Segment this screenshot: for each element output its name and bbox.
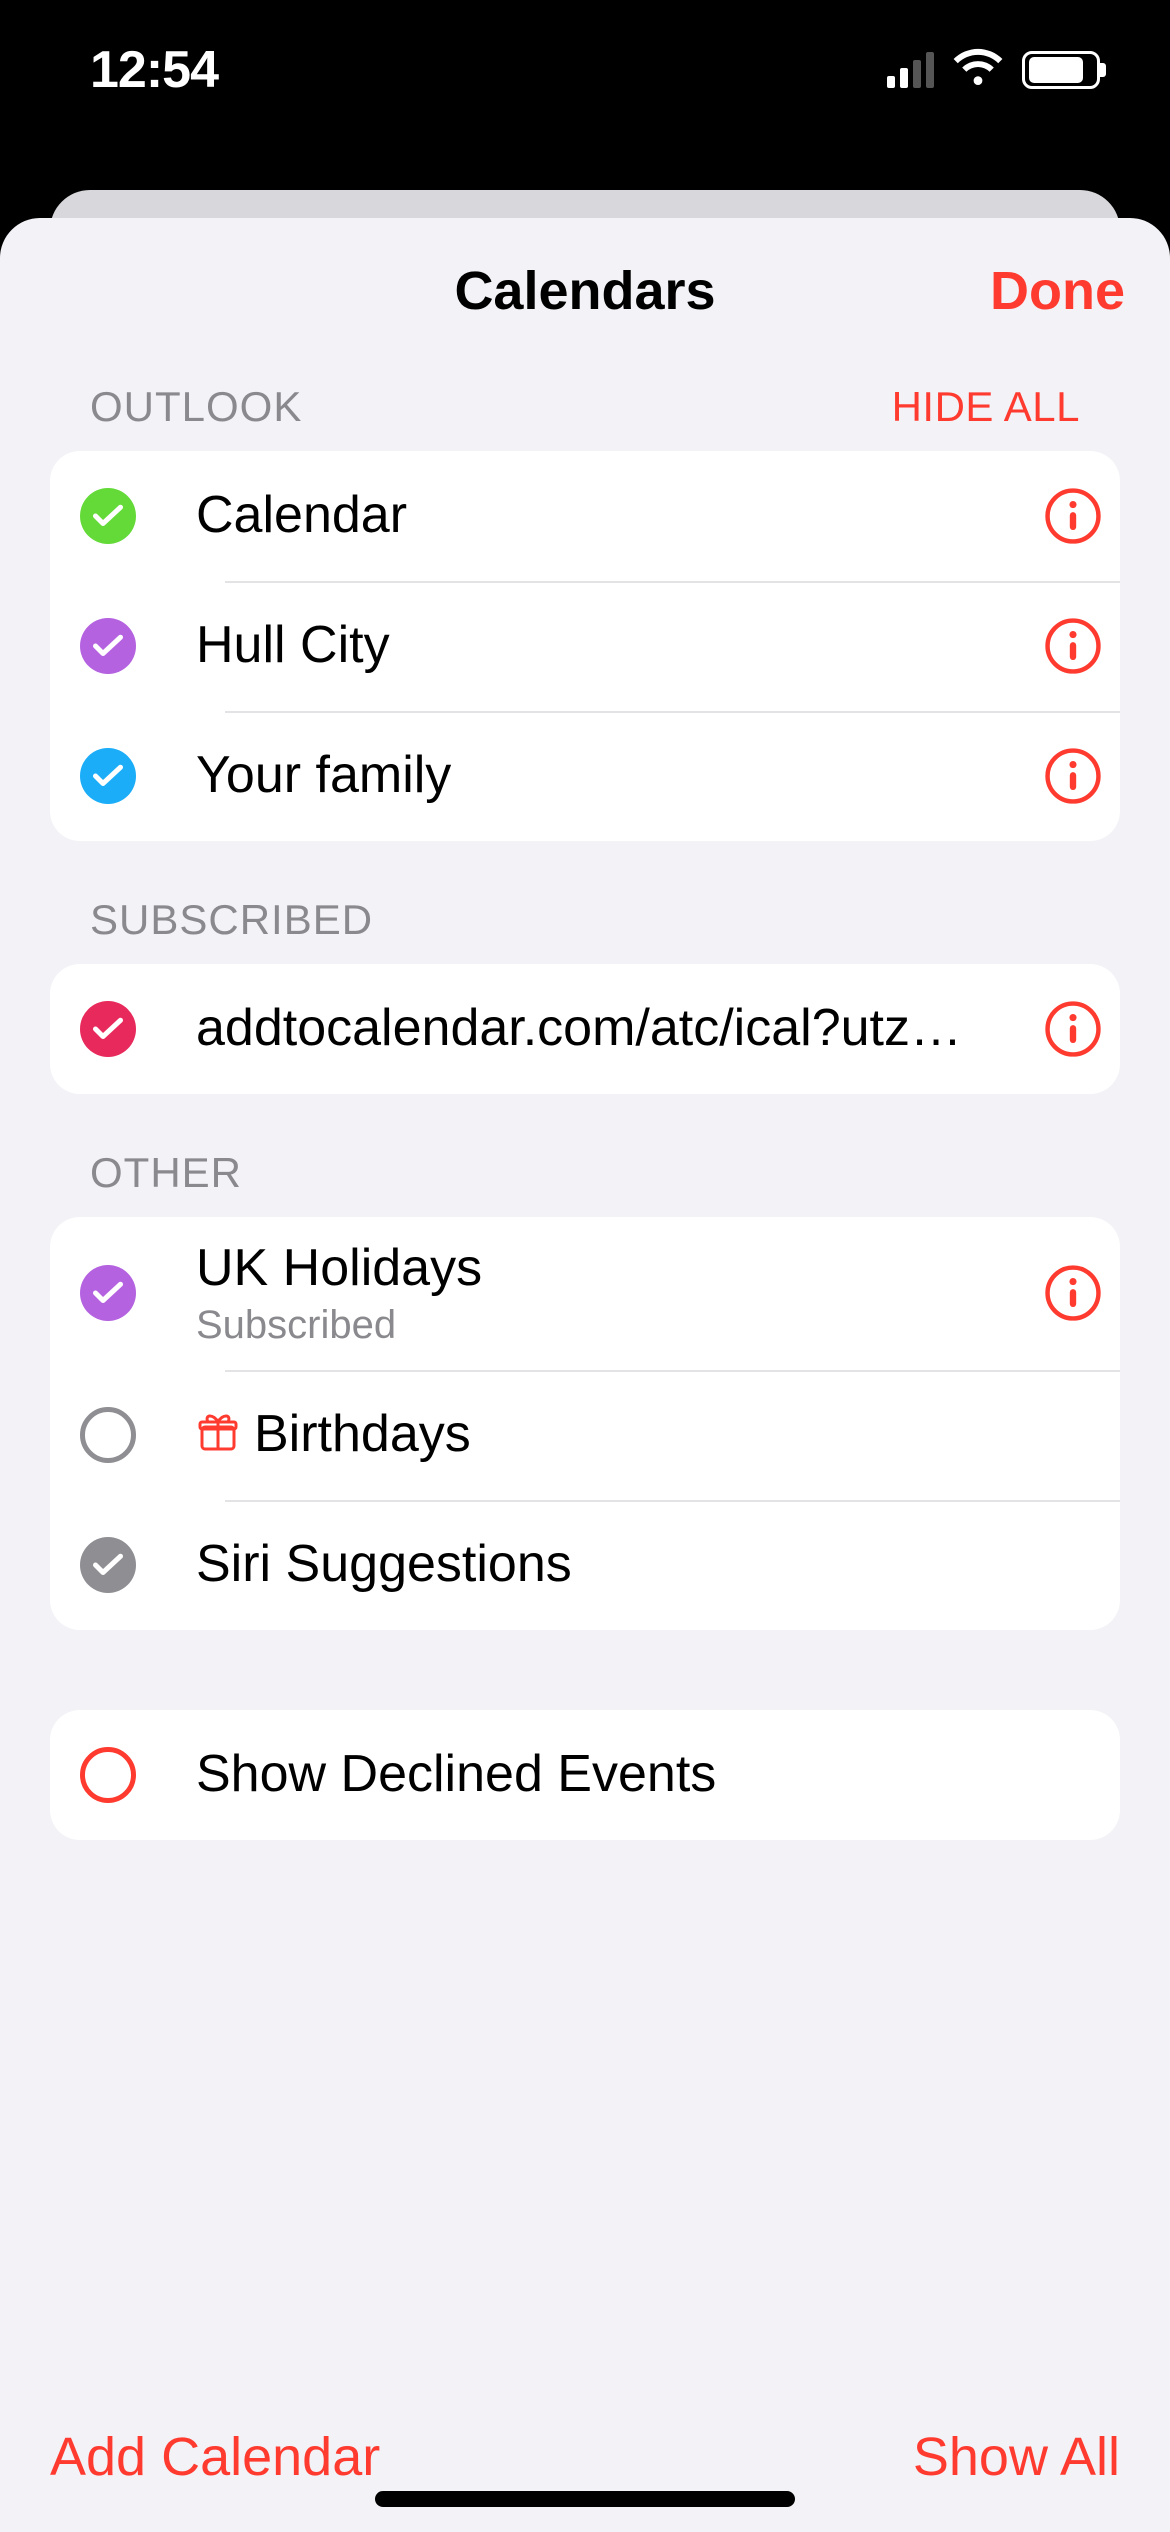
- section-title: SUBSCRIBED: [90, 896, 373, 944]
- info-button[interactable]: [1025, 618, 1120, 674]
- show-declined-events-row[interactable]: Show Declined Events: [50, 1710, 1120, 1840]
- wifi-icon: [952, 48, 1004, 93]
- cellular-icon: [887, 52, 934, 88]
- status-bar: 12:54: [0, 0, 1170, 140]
- calendar-row-outlook-calendar[interactable]: Calendar: [50, 451, 1120, 581]
- calendar-row-hull-city[interactable]: Hull City: [50, 581, 1120, 711]
- page-title: Calendars: [454, 260, 715, 322]
- section-header-subscribed: SUBSCRIBED: [50, 841, 1120, 964]
- group-other: UK Holidays Subscribed Birthdays: [50, 1217, 1120, 1630]
- add-calendar-button[interactable]: Add Calendar: [50, 2426, 380, 2488]
- declined-label: Show Declined Events: [196, 1745, 1025, 1805]
- info-button[interactable]: [1025, 1001, 1120, 1057]
- calendar-row-siri-suggestions[interactable]: Siri Suggestions: [50, 1500, 1120, 1630]
- info-button[interactable]: [1025, 488, 1120, 544]
- home-indicator[interactable]: [375, 2491, 795, 2507]
- calendar-label: Your family: [196, 746, 1025, 806]
- section-header-other: OTHER: [50, 1094, 1120, 1217]
- checkmark-icon[interactable]: [80, 748, 136, 804]
- calendar-label: addtocalendar.com/atc/ical?utz…: [196, 999, 1025, 1059]
- sheet-header: Calendars Done: [0, 218, 1170, 363]
- calendars-sheet: Calendars Done OUTLOOK HIDE ALL Calendar: [0, 218, 1170, 2532]
- group-outlook: Calendar Hull City Your family: [50, 451, 1120, 841]
- info-button[interactable]: [1025, 1265, 1120, 1321]
- checkmark-icon[interactable]: [80, 1001, 136, 1057]
- calendar-row-birthdays[interactable]: Birthdays: [50, 1370, 1120, 1500]
- section-title: OTHER: [90, 1149, 242, 1197]
- calendar-sublabel: Subscribed: [196, 1303, 1025, 1348]
- group-subscribed: addtocalendar.com/atc/ical?utz…: [50, 964, 1120, 1094]
- calendar-row-addtocalendar[interactable]: addtocalendar.com/atc/ical?utz…: [50, 964, 1120, 1094]
- section-title: OUTLOOK: [90, 383, 302, 431]
- info-button[interactable]: [1025, 748, 1120, 804]
- show-all-button[interactable]: Show All: [913, 2426, 1120, 2488]
- calendar-label: Hull City: [196, 616, 1025, 676]
- checkbox-empty-icon[interactable]: [80, 1747, 136, 1803]
- calendar-label: Birthdays: [254, 1405, 471, 1465]
- calendar-label: UK Holidays: [196, 1239, 1025, 1299]
- group-declined: Show Declined Events: [50, 1710, 1120, 1840]
- calendar-label: Calendar: [196, 486, 1025, 546]
- calendar-row-uk-holidays[interactable]: UK Holidays Subscribed: [50, 1217, 1120, 1370]
- done-button[interactable]: Done: [990, 260, 1125, 322]
- calendar-row-your-family[interactable]: Your family: [50, 711, 1120, 841]
- status-time: 12:54: [90, 40, 218, 100]
- section-header-outlook: OUTLOOK HIDE ALL: [50, 363, 1120, 451]
- checkmark-icon[interactable]: [80, 1265, 136, 1321]
- gift-icon: [196, 1410, 240, 1459]
- battery-icon: [1022, 51, 1100, 89]
- calendar-label: Siri Suggestions: [196, 1535, 1025, 1595]
- bottom-toolbar: Add Calendar Show All: [0, 2382, 1170, 2532]
- checkmark-icon[interactable]: [80, 488, 136, 544]
- checkmark-icon[interactable]: [80, 1537, 136, 1593]
- hide-all-button[interactable]: HIDE ALL: [892, 383, 1080, 431]
- checkmark-icon[interactable]: [80, 618, 136, 674]
- checkbox-empty-icon[interactable]: [80, 1407, 136, 1463]
